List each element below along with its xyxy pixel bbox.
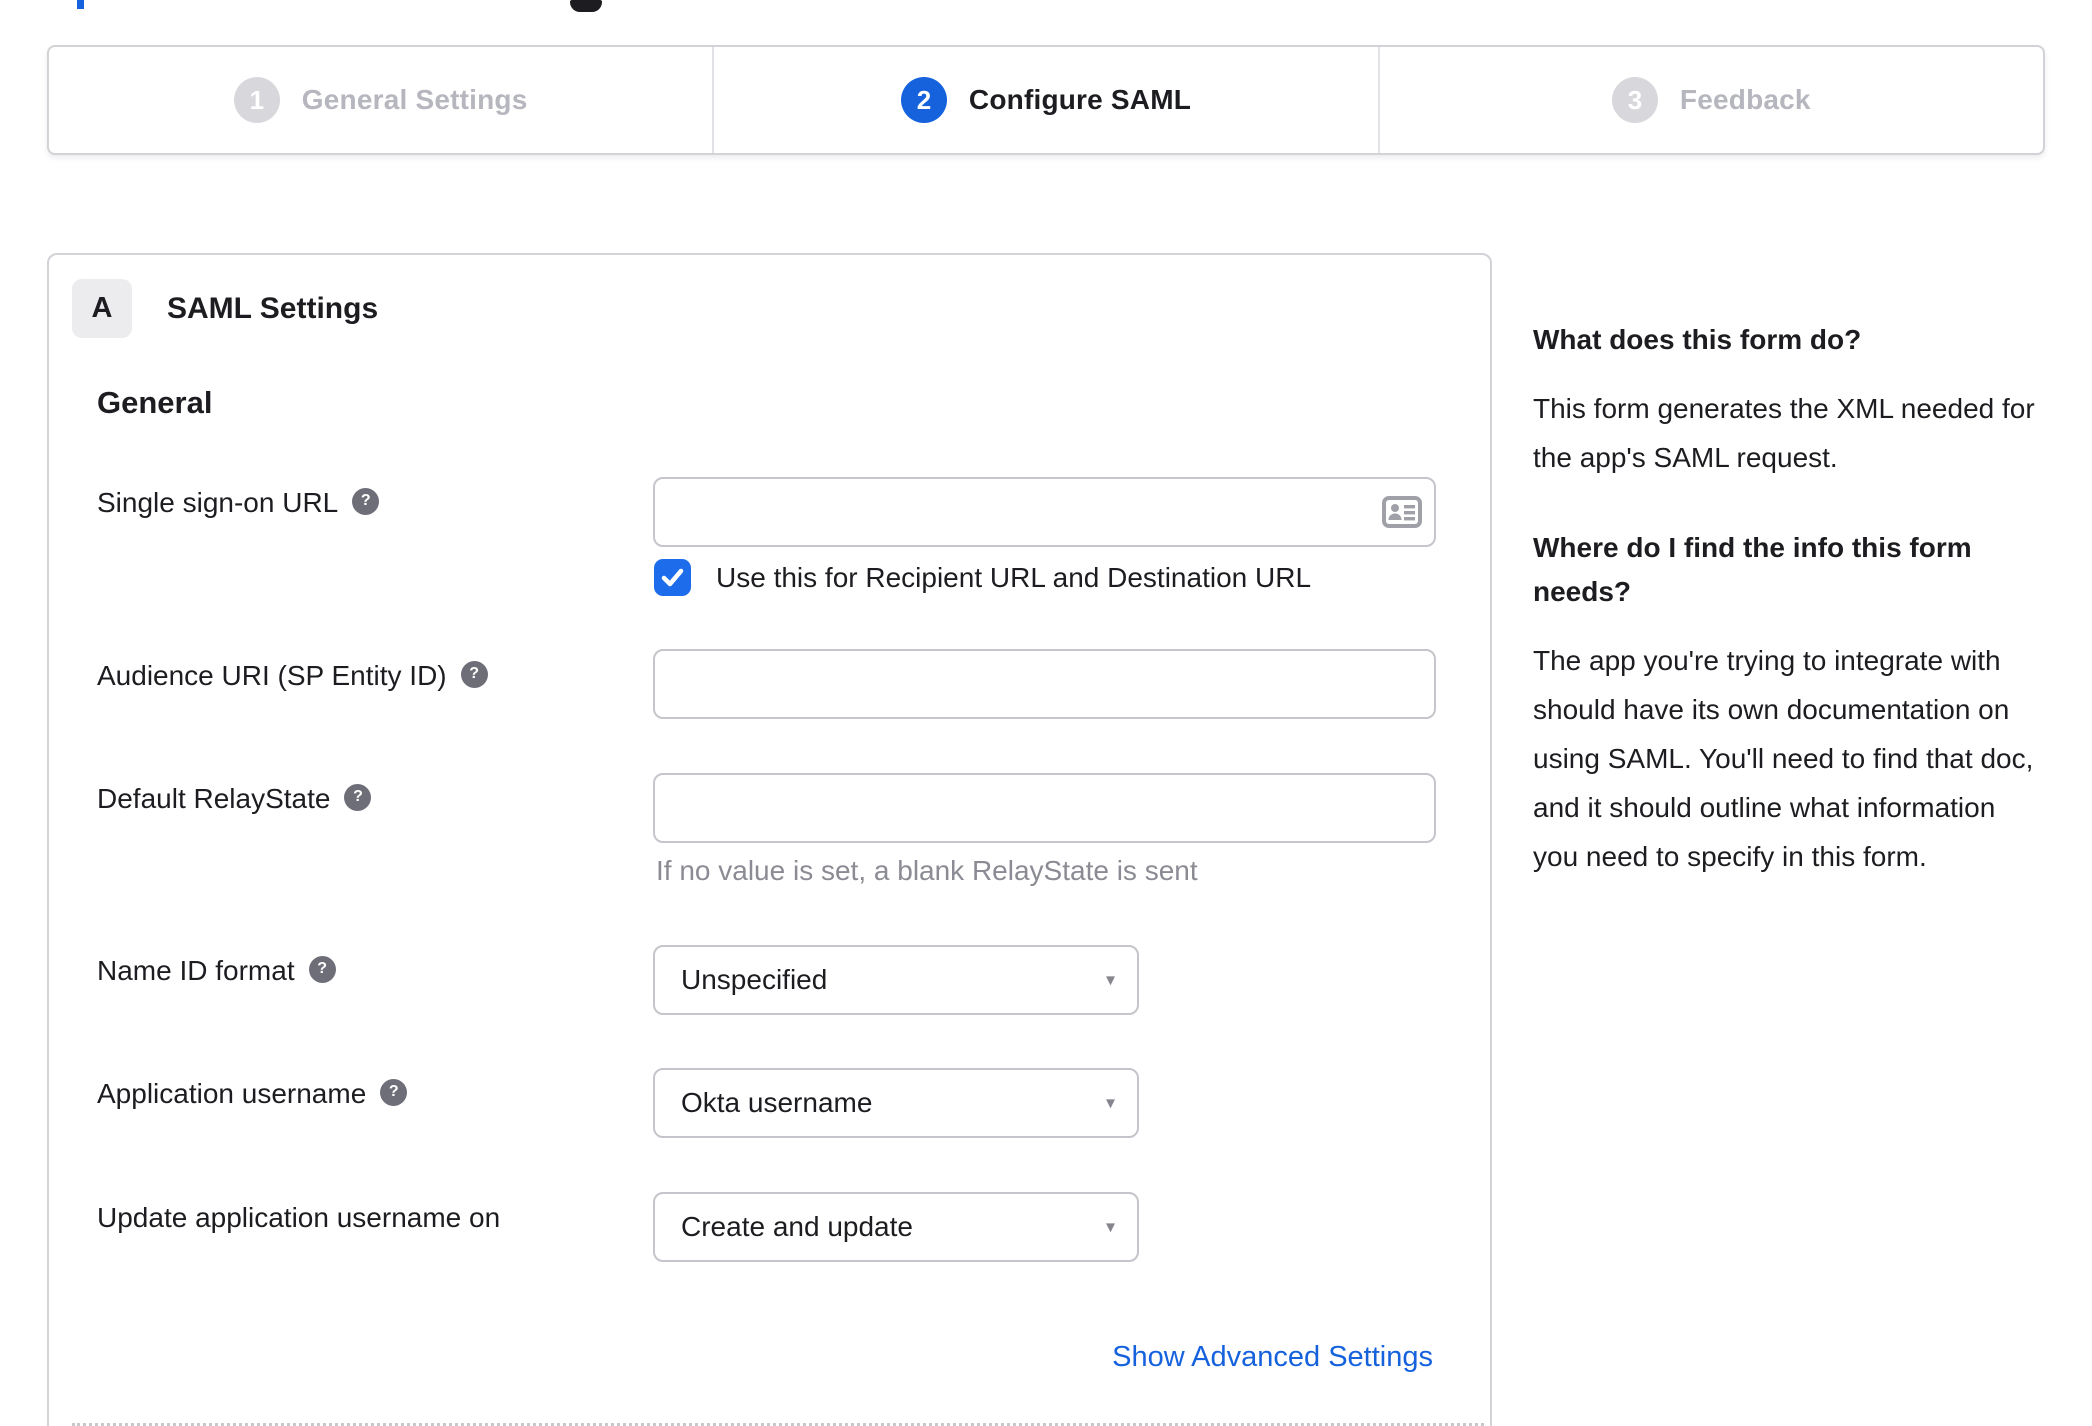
app-username-value: Okta username <box>681 1087 873 1118</box>
sso-url-input-wrap <box>653 477 1436 547</box>
help-icon[interactable]: ? <box>352 487 380 515</box>
checkmark-icon <box>661 568 684 587</box>
step-number-badge: 1 <box>233 77 280 123</box>
step-label: Configure SAML <box>968 84 1192 115</box>
help-icon[interactable]: ? <box>344 783 372 811</box>
help-icon[interactable]: ? <box>380 1078 408 1106</box>
update-username-label: Update application username on <box>97 1202 500 1234</box>
help-section-body: This form generates the XML needed for t… <box>1533 393 2035 473</box>
sso-url-label: Single sign-on URL ? <box>97 487 380 519</box>
sso-url-input[interactable] <box>653 477 1436 547</box>
recipient-url-checkbox-label: Use this for Recipient URL and Destinati… <box>716 561 1312 593</box>
step-configure-saml[interactable]: 2 Configure SAML <box>712 47 1377 153</box>
help-section-where: Where do I find the info this form needs… <box>1533 526 2048 881</box>
relay-state-input[interactable] <box>653 773 1436 843</box>
help-section-what: What does this form do? This form genera… <box>1533 318 2048 482</box>
app-username-label: Application username ? <box>97 1078 408 1110</box>
app-username-label-text: Application username <box>97 1078 367 1109</box>
help-section-heading: Where do I find the info this form needs… <box>1533 532 1972 607</box>
app-username-select[interactable]: Okta username ▾ <box>653 1068 1139 1138</box>
name-id-format-label: Name ID format ? <box>97 955 336 987</box>
name-id-format-label-text: Name ID format <box>97 955 295 986</box>
update-username-value: Create and update <box>681 1211 913 1242</box>
update-username-label-text: Update application username on <box>97 1202 501 1233</box>
audience-uri-input[interactable] <box>653 649 1436 719</box>
update-username-select[interactable]: Create and update ▾ <box>653 1192 1139 1262</box>
section-a-badge: A <box>72 279 132 338</box>
step-number-badge: 3 <box>1611 77 1658 123</box>
recipient-url-checkbox[interactable] <box>654 559 691 596</box>
relay-state-hint: If no value is set, a blank RelayState i… <box>656 855 1198 886</box>
recipient-url-checkbox-row: Use this for Recipient URL and Destinati… <box>654 559 1311 596</box>
chevron-down-icon: ▾ <box>1105 1216 1115 1237</box>
help-sidebar: What does this form do? This form genera… <box>1533 318 2048 881</box>
panel-title: SAML Settings <box>167 292 379 325</box>
saml-settings-panel: A SAML Settings General Single sign-on U… <box>47 253 1492 1426</box>
relay-state-label: Default RelayState ? <box>97 783 372 815</box>
wizard-stepper: 1 General Settings 2 Configure SAML 3 Fe… <box>47 45 2045 155</box>
help-section-body: The app you're trying to integrate with … <box>1533 645 2034 872</box>
contact-card-icon[interactable] <box>1382 496 1422 528</box>
step-label: Feedback <box>1679 84 1811 115</box>
clipped-title-fragment <box>77 0 84 9</box>
help-section-heading: What does this form do? <box>1533 324 1862 355</box>
help-icon[interactable]: ? <box>308 955 336 983</box>
name-id-format-value: Unspecified <box>681 964 828 995</box>
show-advanced-settings-link[interactable]: Show Advanced Settings <box>1112 1341 1433 1374</box>
step-label: General Settings <box>301 84 528 115</box>
audience-uri-label-text: Audience URI (SP Entity ID) <box>97 660 447 691</box>
step-general-settings[interactable]: 1 General Settings <box>49 47 712 153</box>
step-number-badge: 2 <box>900 77 947 123</box>
relay-state-label-text: Default RelayState <box>97 783 331 814</box>
saml-wizard-screen: 1 General Settings 2 Configure SAML 3 Fe… <box>0 0 2092 1426</box>
help-icon[interactable]: ? <box>460 660 488 688</box>
sso-url-label-text: Single sign-on URL <box>97 487 339 518</box>
name-id-format-select[interactable]: Unspecified ▾ <box>653 945 1139 1015</box>
chevron-down-icon: ▾ <box>1105 1092 1115 1113</box>
audience-uri-label: Audience URI (SP Entity ID) ? <box>97 660 488 692</box>
general-section-heading: General <box>97 385 213 420</box>
step-feedback[interactable]: 3 Feedback <box>1377 47 2043 153</box>
chevron-down-icon: ▾ <box>1105 969 1115 990</box>
clipped-icon-fragment <box>570 0 602 12</box>
